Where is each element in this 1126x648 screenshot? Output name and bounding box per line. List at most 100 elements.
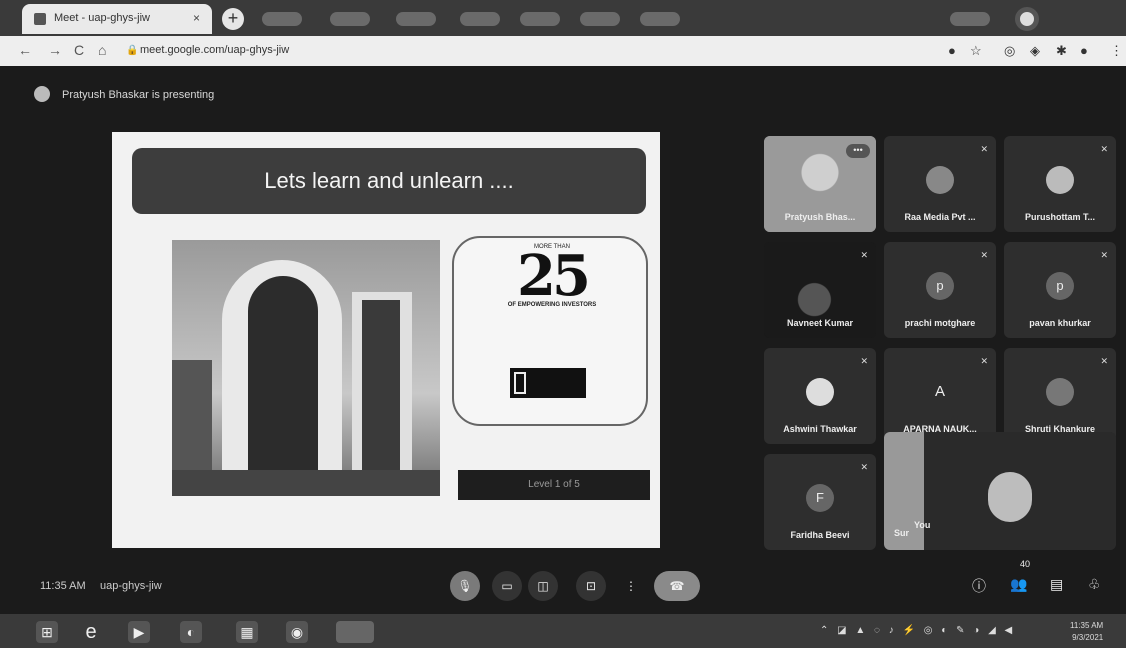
participant-name: prachi motghare — [904, 318, 976, 328]
blurred-tab — [460, 12, 500, 26]
mic-off-button[interactable]: 🎙 — [450, 571, 480, 601]
participant-tile[interactable]: ✕ A APARNA NAUK... — [884, 348, 996, 444]
participant-avatar: F — [806, 484, 834, 512]
participant-tile[interactable]: ✕ Ashwini Thawkar — [764, 348, 876, 444]
participant-tile[interactable]: ✕ F Faridha Beevi — [764, 454, 876, 550]
presentation-slide: Lets learn and unlearn .... MORE THAN 25… — [112, 132, 660, 548]
media-player-icon[interactable]: ▶ — [128, 621, 150, 643]
award-number: 25 — [517, 243, 591, 309]
participant-avatar: A — [934, 383, 945, 400]
participant-tile[interactable]: ✕ Navneet Kumar — [764, 242, 876, 338]
browser-tab-meet[interactable]: Meet - uap-ghys-jiw × — [22, 4, 212, 34]
new-tab-button[interactable]: + — [222, 8, 244, 30]
blurred-tab — [640, 12, 680, 26]
app-icon[interactable]: ◐ — [180, 621, 202, 643]
windows-taskbar: ⊞ e ▶ ◐ ▦ ◉ ⌃ ◪ ▲ ◌ ♪ ⚡ ◎ ◐ ✎ ◑ ◢ ◀ 11:3… — [0, 614, 1126, 648]
forward-icon[interactable]: → — [48, 42, 62, 58]
participant-avatar: p — [926, 272, 954, 300]
screen: Meet - uap-ghys-jiw × + ← → C ⌂ 🔒 meet.g… — [0, 0, 1126, 648]
participant-tile[interactable]: ✕ p pavan khurkar — [1004, 242, 1116, 338]
start-icon[interactable]: ⊞ — [36, 621, 58, 643]
lock-icon[interactable]: 🔒 — [126, 45, 138, 56]
clock-date: 9/3/2021 — [1072, 633, 1104, 642]
people-count: 40 — [1020, 559, 1031, 569]
more-options-button[interactable]: ⋮ — [616, 571, 646, 601]
extension-icon[interactable]: ◎ — [1004, 43, 1015, 59]
back-icon[interactable]: ← — [18, 42, 32, 58]
active-window-icon[interactable] — [336, 621, 374, 643]
profile-icon[interactable] — [1015, 7, 1039, 31]
blurred-tab — [330, 12, 370, 26]
extension-icon[interactable]: ◈ — [1030, 43, 1040, 59]
address-bar[interactable]: meet.google.com/uap-ghys-jiw — [140, 44, 289, 56]
end-call-button[interactable]: ☎ — [654, 571, 700, 601]
logo-mark-icon — [514, 372, 526, 394]
presenter-avatar — [34, 86, 50, 102]
self-label: You — [914, 520, 931, 530]
mic-off-icon: ✕ — [860, 250, 868, 260]
more-options-icon[interactable]: ••• — [846, 144, 870, 158]
self-video-tile[interactable]: Sur You — [884, 432, 1116, 550]
participant-tile[interactable]: ••• Pratyush Bhas... — [764, 136, 876, 232]
activities-icon[interactable]: ♧ — [1088, 576, 1101, 593]
participant-picture — [926, 166, 954, 194]
mic-off-icon: ✕ — [1100, 144, 1108, 154]
chat-icon[interactable]: ▤ — [1050, 576, 1063, 593]
key-icon[interactable]: ● — [948, 43, 956, 58]
participant-name: Faridha Beevi — [790, 530, 850, 540]
people-icon[interactable]: 👥 — [1010, 576, 1027, 593]
building-photo — [172, 240, 440, 496]
participant-tile[interactable]: ✕ p prachi motghare — [884, 242, 996, 338]
participant-picture — [1046, 378, 1074, 406]
mic-off-icon: ✕ — [1100, 356, 1108, 366]
mic-off-icon: ✕ — [860, 462, 868, 472]
tab-title: Meet - uap-ghys-jiw — [54, 12, 150, 24]
presenting-label: Pratyush Bhaskar is presenting — [62, 89, 215, 101]
participant-tile[interactable]: ✕ Shruti Khankure — [1004, 348, 1116, 444]
participant-name: Pratyush Bhas... — [784, 212, 856, 222]
meeting-time: 11:35 AM — [40, 580, 86, 592]
mic-off-icon: ✕ — [980, 144, 988, 154]
file-explorer-icon[interactable]: ▦ — [236, 621, 258, 643]
close-tab-icon[interactable]: × — [193, 11, 200, 25]
home-icon[interactable]: ⌂ — [98, 42, 106, 58]
info-icon[interactable]: ⓘ — [972, 576, 986, 596]
ground — [172, 470, 440, 496]
edge-icon[interactable]: e — [80, 621, 102, 643]
mic-off-icon: ✕ — [1100, 250, 1108, 260]
company-logo — [510, 368, 586, 398]
chrome-icon[interactable]: ◉ — [286, 621, 308, 643]
blurred-tab — [396, 12, 436, 26]
star-icon[interactable]: ☆ — [970, 43, 982, 59]
building-glass — [248, 276, 318, 476]
menu-icon[interactable]: ⋮ — [1110, 43, 1123, 59]
captions-button[interactable]: ◫ — [528, 571, 558, 601]
mic-off-icon: ✕ — [860, 356, 868, 366]
mic-off-icon: ✕ — [980, 356, 988, 366]
award-subtitle: OF EMPOWERING INVESTORS — [507, 302, 597, 308]
participant-name: Sur — [894, 528, 910, 538]
participant-picture — [1046, 166, 1074, 194]
taskbar-clock[interactable]: 11:35 AM 9/3/2021 — [1070, 620, 1103, 644]
blurred-tab — [262, 12, 302, 26]
blurred-tab — [520, 12, 560, 26]
participant-tile[interactable]: ✕ Purushottam T... — [1004, 136, 1116, 232]
account-avatar-icon[interactable]: ● — [1080, 43, 1088, 58]
blurred-tab — [580, 12, 620, 26]
participant-name: Navneet Kumar — [786, 318, 854, 328]
present-button[interactable]: ⊡ — [576, 571, 606, 601]
participant-name: Raa Media Pvt ... — [904, 212, 976, 222]
meet-stage: Pratyush Bhaskar is presenting Lets lear… — [0, 66, 1126, 614]
camera-button[interactable]: ▭ — [492, 571, 522, 601]
building-wing-glass — [362, 300, 400, 470]
extensions-puzzle-icon[interactable]: ✱ — [1056, 43, 1067, 59]
trees — [172, 360, 212, 480]
award-panel: MORE THAN 25 OF EMPOWERING INVESTORS — [452, 236, 648, 426]
reload-icon[interactable]: C — [74, 42, 84, 58]
meet-favicon-icon — [34, 13, 46, 25]
mic-off-icon: ✕ — [980, 250, 988, 260]
participant-tile[interactable]: ✕ Raa Media Pvt ... — [884, 136, 996, 232]
clock-time: 11:35 AM — [1070, 621, 1104, 630]
participant-name: Purushottam T... — [1024, 212, 1095, 222]
system-tray[interactable]: ⌃ ◪ ▲ ◌ ♪ ⚡ ◎ ◐ ✎ ◑ ◢ ◀ — [820, 625, 1015, 636]
